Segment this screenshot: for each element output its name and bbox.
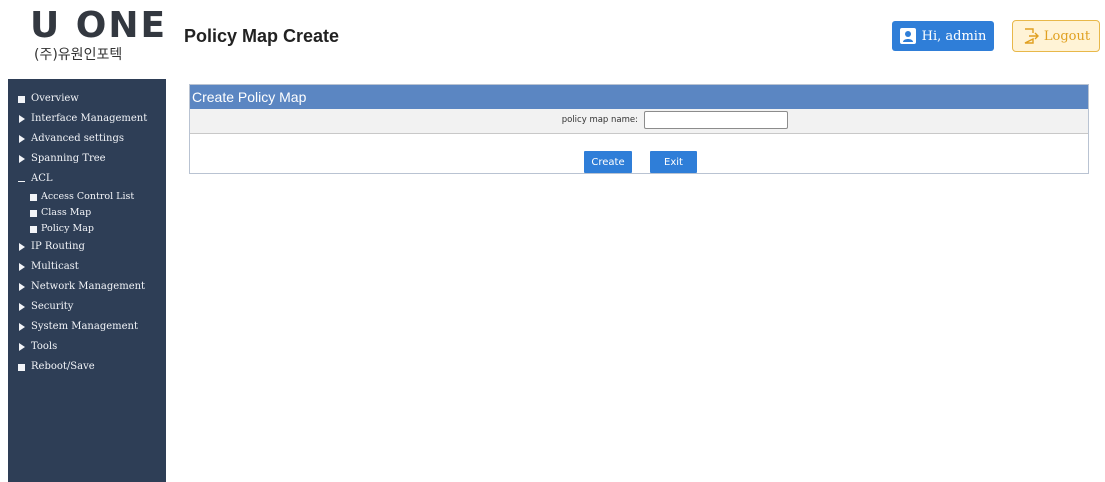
- expand-arrow-icon: [19, 243, 25, 251]
- sidebar-item-label: Access Control List: [41, 191, 135, 202]
- panel-title: Create Policy Map: [190, 85, 1088, 109]
- sidebar-item-interface-management[interactable]: Interface Management: [8, 109, 166, 129]
- square-bullet-icon: [18, 363, 25, 371]
- collapse-dash-icon: [18, 181, 25, 182]
- square-bullet-icon: [18, 95, 25, 103]
- sidebar-item-class-map[interactable]: Class Map: [8, 205, 166, 221]
- policy-map-name-label: policy map name:: [561, 115, 638, 125]
- sidebar-item-label: Policy Map: [41, 223, 94, 234]
- sidebar-item-system-management[interactable]: System Management: [8, 317, 166, 337]
- sidebar-item-label: Class Map: [41, 207, 92, 218]
- sidebar-item-label: Tools: [31, 341, 58, 352]
- sidebar-item-label: Reboot/Save: [31, 361, 95, 372]
- expand-arrow-icon: [19, 115, 25, 123]
- user-greeting: Hi, admin: [921, 28, 987, 44]
- create-button[interactable]: Create: [584, 151, 632, 173]
- sidebar-item-label: Spanning Tree: [31, 153, 106, 164]
- sidebar-item-policy-map[interactable]: Policy Map: [8, 221, 166, 237]
- sidebar-item-ip-routing[interactable]: IP Routing: [8, 237, 166, 257]
- sidebar-item-label: System Management: [31, 321, 139, 332]
- sidebar-item-label: Security: [31, 301, 74, 312]
- expand-arrow-icon: [19, 303, 25, 311]
- sidebar-item-advanced-settings[interactable]: Advanced settings: [8, 129, 166, 149]
- user-account-button[interactable]: Hi, admin: [892, 21, 994, 51]
- exit-button[interactable]: Exit: [650, 151, 697, 173]
- sidebar-item-spanning-tree[interactable]: Spanning Tree: [8, 149, 166, 169]
- sidebar-item-label: Overview: [31, 93, 79, 104]
- expand-arrow-icon: [19, 155, 25, 163]
- expand-arrow-icon: [19, 263, 25, 271]
- sidebar-item-security[interactable]: Security: [8, 297, 166, 317]
- sidebar-item-label: IP Routing: [31, 241, 85, 252]
- sidebar-item-tools[interactable]: Tools: [8, 337, 166, 357]
- company-logo: U ONE (주)유원인포텍: [30, 6, 170, 66]
- square-bullet-icon: [30, 193, 37, 201]
- sidebar-item-label: Network Management: [31, 281, 146, 292]
- create-policy-map-panel: Create Policy Map policy map name: Creat…: [189, 84, 1089, 174]
- sidebar-item-multicast[interactable]: Multicast: [8, 257, 166, 277]
- policy-map-name-input[interactable]: [644, 111, 788, 129]
- expand-arrow-icon: [19, 323, 25, 331]
- sidebar-item-label: ACL: [31, 173, 53, 184]
- sidebar-item-overview[interactable]: Overview: [8, 89, 166, 109]
- sidebar-item-network-management[interactable]: Network Management: [8, 277, 166, 297]
- page-title: Policy Map Create: [184, 26, 340, 46]
- square-bullet-icon: [30, 209, 37, 217]
- expand-arrow-icon: [19, 343, 25, 351]
- form-row: policy map name:: [190, 109, 1088, 134]
- expand-arrow-icon: [19, 283, 25, 291]
- sidebar-item-label: Advanced settings: [31, 133, 125, 144]
- sidebar-item-label: Multicast: [31, 261, 79, 272]
- sidebar-item-reboot-save[interactable]: Reboot/Save: [8, 357, 166, 377]
- logo-wordmark: U ONE: [30, 5, 168, 46]
- logo-company-name: (주)유원인포텍: [34, 47, 123, 63]
- logout-label: Logout: [1043, 28, 1091, 44]
- logout-button[interactable]: Logout: [1012, 20, 1100, 52]
- sidebar-nav: Overview Interface Management Advanced set…: [8, 79, 166, 482]
- expand-arrow-icon: [19, 135, 25, 143]
- sidebar-item-acl[interactable]: ACL: [8, 169, 166, 189]
- user-icon: [899, 28, 916, 44]
- sidebar-item-access-control-list[interactable]: Access Control List: [8, 189, 166, 205]
- square-bullet-icon: [30, 225, 37, 233]
- sidebar-item-label: Interface Management: [31, 113, 148, 124]
- logout-icon: [1024, 28, 1039, 44]
